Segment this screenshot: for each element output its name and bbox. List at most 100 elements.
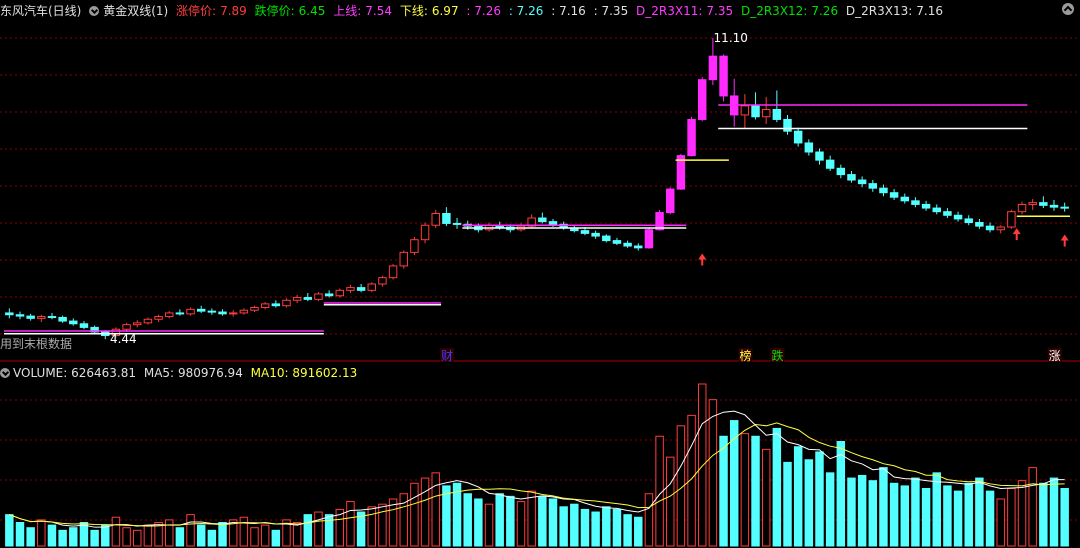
volume-bar [378, 503, 387, 547]
candle-body [591, 232, 600, 237]
candles [4, 38, 1070, 340]
volume-bar [602, 506, 611, 547]
candle-body [239, 309, 249, 314]
candle-body [857, 179, 867, 185]
volume-bar [697, 383, 707, 547]
candle-body [868, 183, 878, 189]
candle-body [687, 118, 696, 157]
volume-bar [196, 524, 206, 547]
volume-bar [474, 498, 483, 547]
volume-bar [644, 493, 654, 547]
volume-bar [975, 477, 984, 547]
volume-bar [1017, 480, 1027, 547]
candle-body [623, 242, 632, 247]
volume-bar [495, 493, 504, 547]
volume-bar [101, 524, 110, 547]
candle-body [1028, 202, 1037, 205]
candle-body [644, 229, 654, 249]
candle-body [26, 315, 35, 319]
volume-bar [889, 482, 899, 547]
candle-body [836, 167, 846, 176]
volume-bar [548, 498, 558, 547]
candle-body [250, 307, 259, 311]
volume-bar [324, 514, 334, 547]
volume-bar [111, 516, 121, 547]
volume-bar [857, 474, 867, 547]
candle-body [793, 130, 803, 144]
candle-body [879, 187, 888, 194]
volume-bar [15, 521, 25, 547]
candle-body [1060, 206, 1069, 209]
candle-body [932, 207, 941, 213]
volume-bar [666, 456, 675, 547]
volume-bar [292, 521, 302, 547]
candle-body [751, 105, 760, 118]
volume-bar [570, 503, 579, 547]
volume-bar [932, 472, 941, 547]
candle-body [943, 211, 952, 216]
volume-bar [825, 472, 835, 547]
price-chart[interactable]: 11.10 4.44 用到末根数据财 榜 跌 涨 [0, 0, 1080, 548]
candle-body [889, 192, 899, 198]
candle-body [825, 159, 835, 169]
candle-body [79, 323, 89, 328]
candle-body [538, 217, 547, 223]
volume-bar [442, 485, 451, 547]
candle-body [442, 212, 451, 224]
volume-bar [815, 451, 824, 547]
candle-body [175, 312, 185, 315]
candle-body [378, 277, 387, 285]
volume-bar [559, 506, 568, 547]
volume-bar [804, 459, 814, 547]
volume-bar [410, 482, 419, 547]
volume-bar [250, 527, 259, 547]
candle-body [143, 318, 153, 324]
volume-bar [953, 490, 963, 547]
volume-bar [260, 524, 270, 547]
volume-bar [1039, 482, 1048, 547]
candle-body [761, 109, 771, 118]
volume-bar [1060, 488, 1069, 547]
candle-body [1049, 204, 1059, 208]
volume-bar [314, 511, 323, 547]
candle-body [783, 118, 792, 132]
candle-body [399, 251, 408, 267]
volume-bar [218, 521, 227, 547]
high-price-label: 11.10 [714, 31, 748, 45]
volume-bar [463, 493, 472, 547]
candle-body [708, 55, 718, 81]
volume-bar [69, 527, 78, 547]
candle-body [975, 222, 984, 227]
candle-body [154, 316, 163, 320]
volume-bar [793, 446, 803, 547]
volume-bar [239, 516, 249, 547]
candle-body [996, 226, 1005, 231]
volume-bar [740, 433, 750, 547]
volume-bars [5, 383, 1069, 547]
candle-body [612, 240, 622, 244]
volume-bar [122, 527, 131, 547]
volume-bar [580, 508, 590, 547]
volume-bar [879, 467, 888, 547]
volume-bar [47, 524, 57, 547]
volume-bar [484, 503, 494, 547]
candle-body [431, 212, 440, 226]
candle-body [1007, 211, 1016, 228]
volume-bar [356, 511, 366, 547]
candle-body [655, 212, 664, 231]
buy-arrow-icon [698, 253, 707, 266]
candle-body [847, 174, 856, 181]
candle-body [164, 312, 174, 318]
candle-body [580, 230, 590, 234]
volume-bar [303, 514, 313, 547]
candle-body [410, 239, 419, 253]
candle-body [133, 322, 142, 326]
candle-body [719, 55, 728, 97]
volume-bar [527, 490, 536, 547]
volume-bar [911, 477, 920, 547]
candle-body [911, 200, 920, 205]
volume-bar [634, 516, 643, 547]
volume-bar [506, 495, 515, 547]
volume-bar [612, 508, 622, 547]
candle-body [602, 235, 611, 242]
